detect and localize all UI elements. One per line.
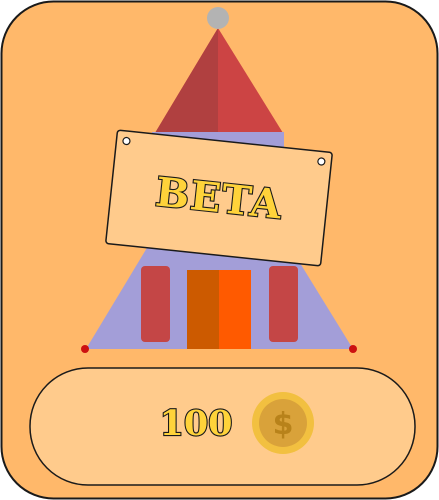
beta-sign-left-nail — [122, 136, 131, 146]
right-anchor-dot — [349, 345, 357, 353]
tower-top-knob — [207, 7, 229, 29]
tower-window-left — [141, 266, 170, 342]
price-button[interactable]: 100 $ — [29, 367, 416, 486]
tower-window-right — [269, 266, 298, 342]
shop-item-artwork: BETA 100 $ — [0, 0, 439, 500]
left-anchor-dot — [81, 345, 89, 353]
beta-sign: BETA — [105, 129, 333, 267]
dollar-coin-icon: $ — [252, 392, 314, 454]
price-label: 100 — [159, 403, 232, 444]
beta-sign-right-nail — [317, 157, 326, 166]
tower-door-shade — [187, 270, 219, 349]
coin-dollar-symbol: $ — [273, 407, 294, 442]
shop-item-card[interactable]: BETA 100 $ — [0, 0, 439, 500]
